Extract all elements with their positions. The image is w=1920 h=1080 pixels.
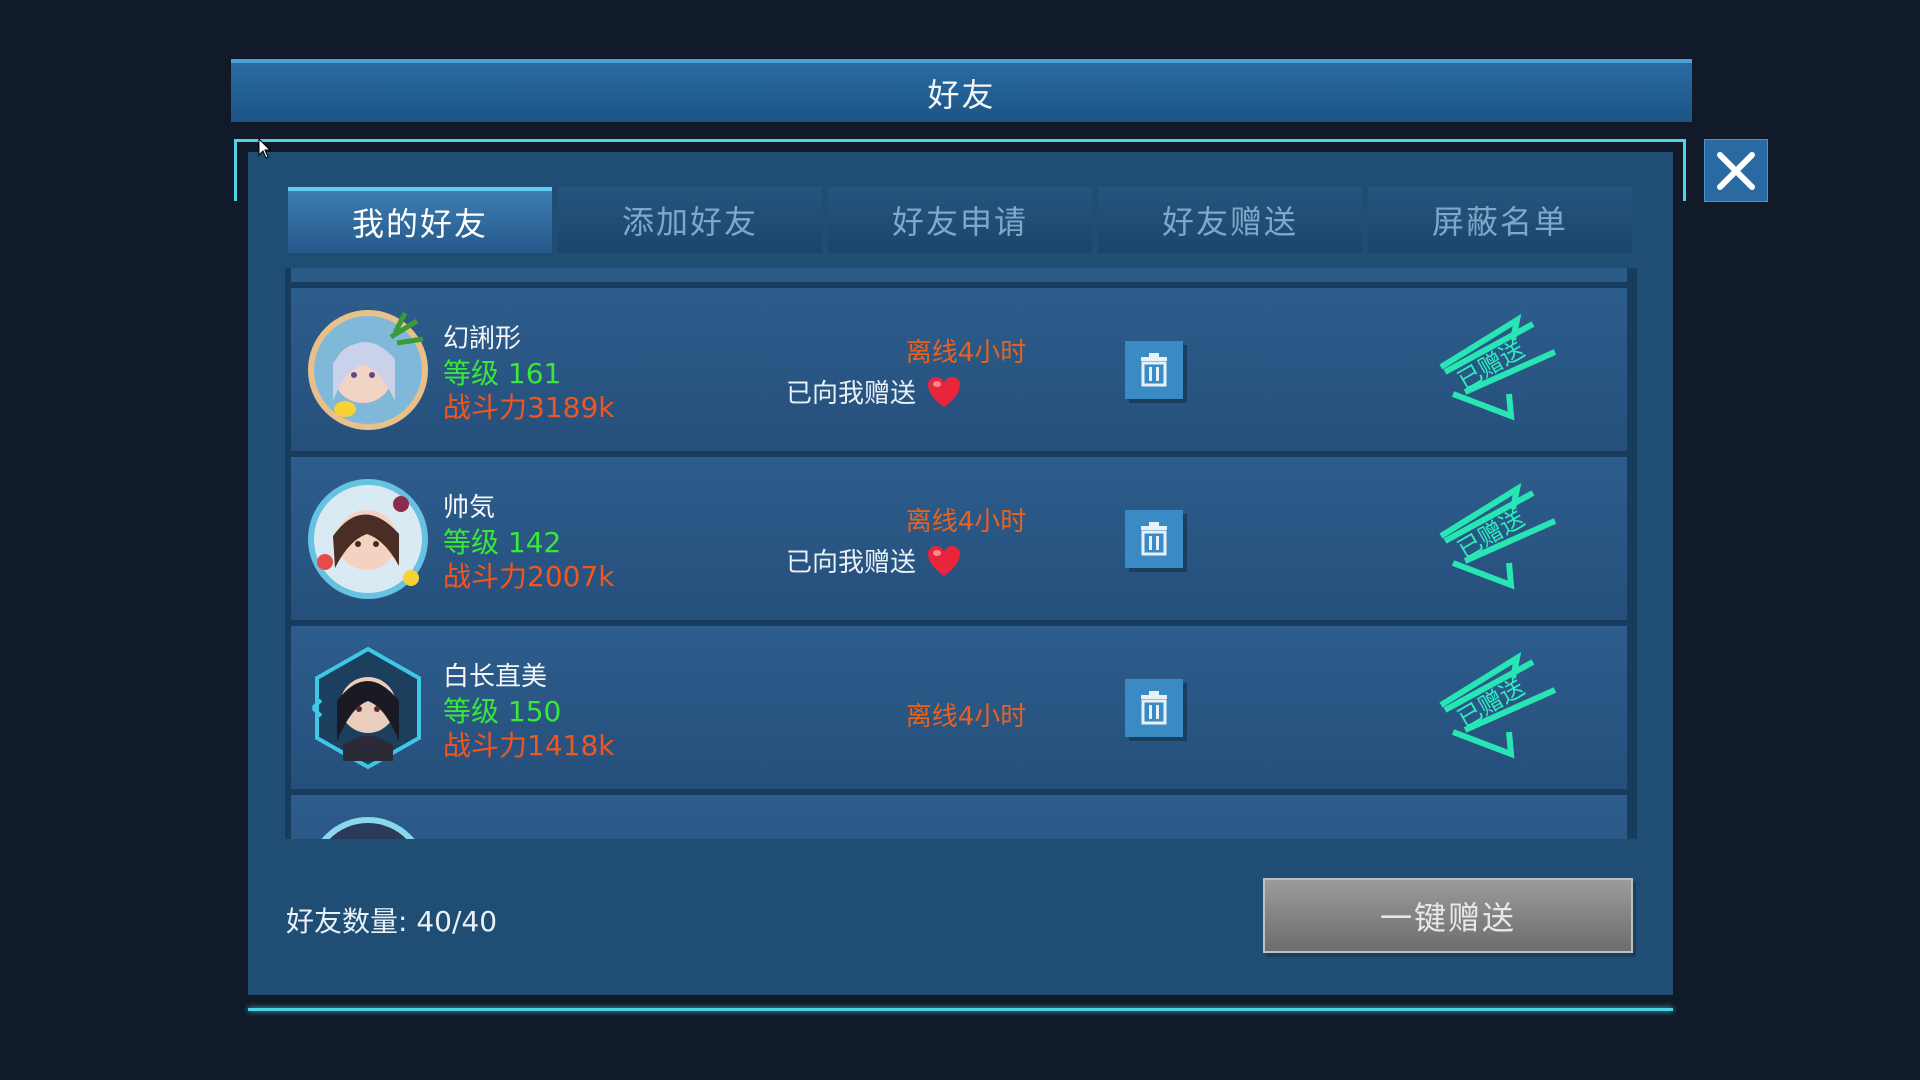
heart-icon xyxy=(928,376,961,407)
friend-power: 战斗力3189k xyxy=(443,391,615,424)
delete-friend-button[interactable] xyxy=(1125,341,1183,399)
trash-icon xyxy=(1141,522,1167,556)
online-status: 离线4小时 xyxy=(905,507,1027,537)
delete-friend-button[interactable] xyxy=(1125,510,1183,568)
tab-my-friends[interactable]: 我的好友 xyxy=(288,187,552,253)
tab-friend-requests[interactable]: 好友申请 xyxy=(828,187,1092,253)
gift-received-label: 已向我赠送 xyxy=(786,379,917,409)
close-icon xyxy=(1717,151,1755,190)
panel-bottom-line xyxy=(248,1008,1673,1011)
gift-received: 已向我赠送 xyxy=(786,373,962,410)
friend-row: 白长直美 等级 150 战斗力1418k 离线4小时 已赠送 xyxy=(291,626,1627,789)
sent-stamp[interactable]: 已赠送 xyxy=(1425,650,1565,765)
friend-count: 好友数量: 40/40 xyxy=(286,905,498,938)
gift-received-label: 已向我赠送 xyxy=(786,548,917,578)
friend-row: 帅気 等级 142 战斗力2007k 离线4小时 已向我赠送 已赠送 xyxy=(291,457,1627,620)
close-button[interactable] xyxy=(1704,139,1768,202)
trash-icon xyxy=(1141,353,1167,387)
heart-icon xyxy=(928,545,961,576)
online-status: 离线4小时 xyxy=(905,338,1027,368)
tab-friend-gifts[interactable]: 好友赠送 xyxy=(1098,187,1362,253)
friend-name: 帅気 xyxy=(443,493,496,523)
friend-name: 幻誗形 xyxy=(443,324,522,354)
friend-row-partial xyxy=(291,795,1627,839)
list-top-strip xyxy=(291,268,1627,282)
sent-stamp[interactable]: 已赠送 xyxy=(1425,481,1565,596)
avatar[interactable] xyxy=(305,645,431,771)
friend-row: 幻誗形 等级 161 战斗力3189k 离线4小时 已向我赠送 已赠送 xyxy=(291,288,1627,451)
tab-block-list[interactable]: 屏蔽名单 xyxy=(1368,187,1632,253)
tab-bar: 我的好友 添加好友 好友申请 好友赠送 屏蔽名单 xyxy=(288,187,1632,253)
title-bar: 好友 xyxy=(231,59,1692,122)
friend-name: 白长直美 xyxy=(443,662,548,692)
gift-all-button[interactable]: 一键赠送 xyxy=(1263,878,1633,953)
avatar[interactable] xyxy=(305,307,431,433)
window-title: 好友 xyxy=(927,75,996,114)
online-status: 离线4小时 xyxy=(905,702,1027,732)
mouse-cursor xyxy=(258,138,272,159)
avatar xyxy=(321,817,415,839)
trash-icon xyxy=(1141,691,1167,725)
friend-list[interactable]: 幻誗形 等级 161 战斗力3189k 离线4小时 已向我赠送 已赠送 帅気 等… xyxy=(285,268,1637,839)
avatar[interactable] xyxy=(305,476,431,602)
friend-power: 战斗力1418k xyxy=(443,729,615,762)
gift-received: 已向我赠送 xyxy=(786,542,962,579)
sent-stamp[interactable]: 已赠送 xyxy=(1425,312,1565,427)
delete-friend-button[interactable] xyxy=(1125,679,1183,737)
tab-add-friend[interactable]: 添加好友 xyxy=(558,187,822,253)
friend-power: 战斗力2007k xyxy=(443,560,615,593)
